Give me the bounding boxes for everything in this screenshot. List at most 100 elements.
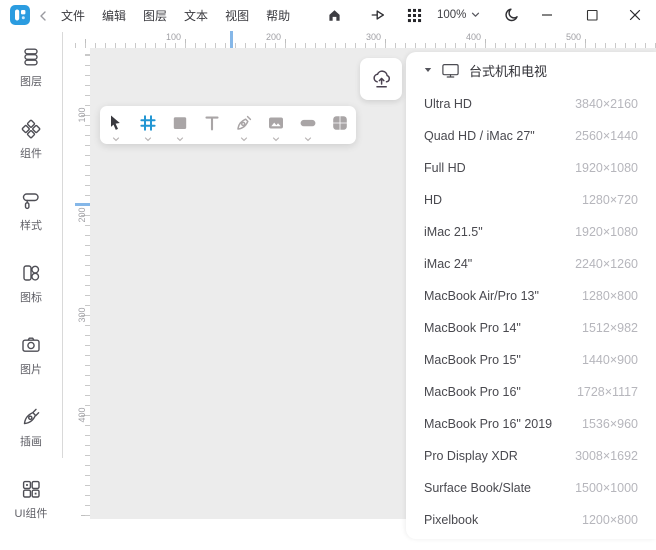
sidebar-item-components[interactable]: 组件 xyxy=(0,118,62,190)
sidebar-label: 图层 xyxy=(20,73,42,89)
sidebar-item-icons[interactable]: 图标 xyxy=(0,262,62,334)
device-size: 3008×1692 xyxy=(575,449,638,463)
device-size: 1728×1117 xyxy=(577,385,638,399)
device-row[interactable]: MacBook Pro 16" 2019 1536×960 xyxy=(406,408,656,440)
sidebar-item-images[interactable]: 图片 xyxy=(0,334,62,406)
sidebar-label: 插画 xyxy=(20,433,42,449)
cursor-icon xyxy=(106,113,126,133)
sidebar-item-illustration[interactable]: 插画 xyxy=(0,406,62,478)
menu-view[interactable]: 视图 xyxy=(225,7,249,24)
device-group-title: 台式机和电视 xyxy=(469,61,547,80)
shape-tool[interactable] xyxy=(292,106,324,144)
frame-tool[interactable] xyxy=(132,106,164,144)
device-name: HD xyxy=(424,193,442,207)
menu-list: 文件 编辑 图层 文本 视图 帮助 xyxy=(61,0,290,30)
device-size: 1280×800 xyxy=(582,289,638,303)
device-row[interactable]: MacBook Pro 15"1440×900 xyxy=(406,344,656,376)
device-size: 3840×2160 xyxy=(575,97,638,111)
device-row[interactable]: MacBook Pro 16"1728×1117 xyxy=(406,376,656,408)
tool-dropdown-caret[interactable] xyxy=(112,137,120,142)
text-tool[interactable] xyxy=(196,106,228,144)
pen-nib-icon xyxy=(20,406,42,428)
device-row[interactable]: Ultra HD 3840×2160 xyxy=(406,88,656,120)
sidebar-item-ui-components[interactable]: UI组件 xyxy=(0,478,62,550)
menu-text[interactable]: 文本 xyxy=(184,7,208,24)
monitor-icon xyxy=(441,61,460,80)
rectangle-tool[interactable] xyxy=(164,106,196,144)
present-icon[interactable] xyxy=(370,6,388,24)
device-presets-panel: 台式机和电视 Ultra HD 3840×2160 Quad HD / iMac … xyxy=(406,52,656,539)
cursor-position-marker xyxy=(230,31,233,48)
device-size: 1500×1000 xyxy=(575,481,638,495)
device-row[interactable]: MacBook Air/Pro 13"1280×800 xyxy=(406,280,656,312)
tool-dropdown-caret[interactable] xyxy=(304,137,312,142)
device-row[interactable]: Full HD 1920×1080 xyxy=(406,152,656,184)
device-name: Pixelbook xyxy=(424,513,478,527)
app-logo-icon xyxy=(10,5,30,25)
device-name: iMac 24" xyxy=(424,257,472,271)
tool-dropdown-caret[interactable] xyxy=(272,137,280,142)
collapse-caret-icon xyxy=(424,67,432,73)
device-row[interactable]: HD1280×720 xyxy=(406,184,656,216)
device-name: Pro Display XDR xyxy=(424,449,518,463)
sidebar-item-layers[interactable]: 图层 xyxy=(0,46,62,118)
components-icon xyxy=(20,118,42,140)
device-row[interactable]: Surface Book/Slate 1500×1000 xyxy=(406,472,656,504)
menu-edit[interactable]: 编辑 xyxy=(102,7,126,24)
home-icon[interactable] xyxy=(325,6,343,24)
sidebar-label: 组件 xyxy=(20,145,42,161)
ruler-label: 100 xyxy=(76,95,88,135)
horizontal-ruler: 100 200 300 400 500 xyxy=(75,31,656,48)
device-row[interactable]: MacBook Pro 14"1512×982 xyxy=(406,312,656,344)
device-name: Full HD xyxy=(424,161,466,175)
vertical-ruler: 100 200 300 400 xyxy=(75,48,90,519)
apps-grid-icon[interactable] xyxy=(405,6,423,24)
device-row[interactable]: iMac 21.5" 1920×1080 xyxy=(406,216,656,248)
device-name: Ultra HD xyxy=(424,97,472,111)
close-icon[interactable] xyxy=(626,6,644,24)
menu-file[interactable]: 文件 xyxy=(61,7,85,24)
tool-dropdown-caret[interactable] xyxy=(144,137,152,142)
ruler-label: 500 xyxy=(541,32,581,42)
device-size: 1200×800 xyxy=(582,513,638,527)
device-row[interactable]: Pixelbook 1200×800 xyxy=(406,504,656,536)
frame-icon xyxy=(138,113,158,133)
device-row[interactable]: iMac 24" 2240×1260 xyxy=(406,248,656,280)
device-size: 1920×1080 xyxy=(575,161,638,175)
zoom-control[interactable]: 100% xyxy=(437,0,480,30)
pen-tool[interactable] xyxy=(228,106,260,144)
device-size: 2240×1260 xyxy=(575,257,638,271)
component-tool[interactable] xyxy=(324,106,356,144)
device-name: iMac 21.5" xyxy=(424,225,483,239)
device-name: Surface Book/Slate xyxy=(424,481,531,495)
rounded-bar-icon xyxy=(298,113,318,133)
ruler-label: 400 xyxy=(76,395,88,435)
ruler-label: 300 xyxy=(76,295,88,335)
device-row[interactable]: Pro Display XDR 3008×1692 xyxy=(406,440,656,472)
device-group-header[interactable]: 台式机和电视 xyxy=(406,52,656,88)
sidebar-item-styles[interactable]: 样式 xyxy=(0,190,62,262)
sidebar-label: 图标 xyxy=(20,289,42,305)
minimize-icon[interactable] xyxy=(538,6,556,24)
menu-layer[interactable]: 图层 xyxy=(143,7,167,24)
select-tool[interactable] xyxy=(100,106,132,144)
maximize-icon[interactable] xyxy=(583,6,601,24)
app-logo[interactable] xyxy=(10,5,30,25)
upload-button[interactable] xyxy=(360,58,402,100)
device-name: Quad HD / iMac 27" xyxy=(424,129,535,143)
chevron-down-icon xyxy=(471,12,480,18)
device-row[interactable]: Quad HD / iMac 27"2560×1440 xyxy=(406,120,656,152)
image-tool[interactable] xyxy=(260,106,292,144)
left-sidebar: 图层 组件 样式 图标 图片 xyxy=(0,30,62,519)
menu-help[interactable]: 帮助 xyxy=(266,7,290,24)
device-name: MacBook Pro 16" 2019 xyxy=(424,417,552,431)
device-size: 1920×1080 xyxy=(575,225,638,239)
tool-dropdown-caret[interactable] xyxy=(240,137,248,142)
cursor-position-marker xyxy=(75,203,90,206)
back-chevron-icon[interactable] xyxy=(38,9,48,21)
device-size: 1536×960 xyxy=(582,417,638,431)
component-icon xyxy=(330,113,350,133)
dark-mode-moon-icon[interactable] xyxy=(503,6,521,24)
tool-dropdown-caret[interactable] xyxy=(176,137,184,142)
camera-icon xyxy=(20,334,42,356)
